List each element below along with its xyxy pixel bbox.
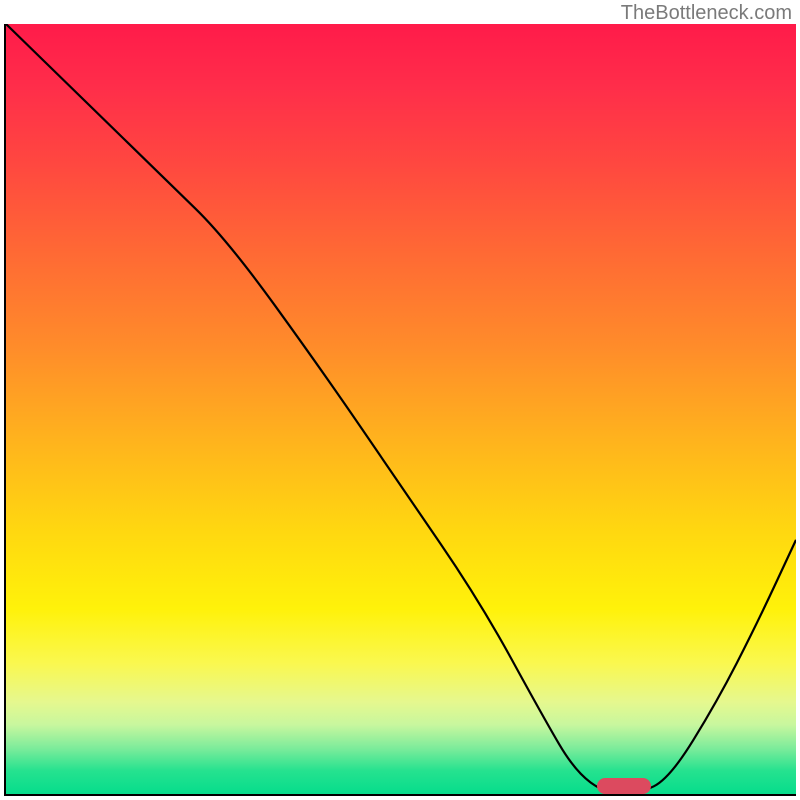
- optimal-range-marker: [597, 778, 651, 794]
- watermark-text: TheBottleneck.com: [621, 2, 792, 25]
- chart-background-gradient: [6, 24, 796, 794]
- chart-plot-area: [4, 24, 796, 796]
